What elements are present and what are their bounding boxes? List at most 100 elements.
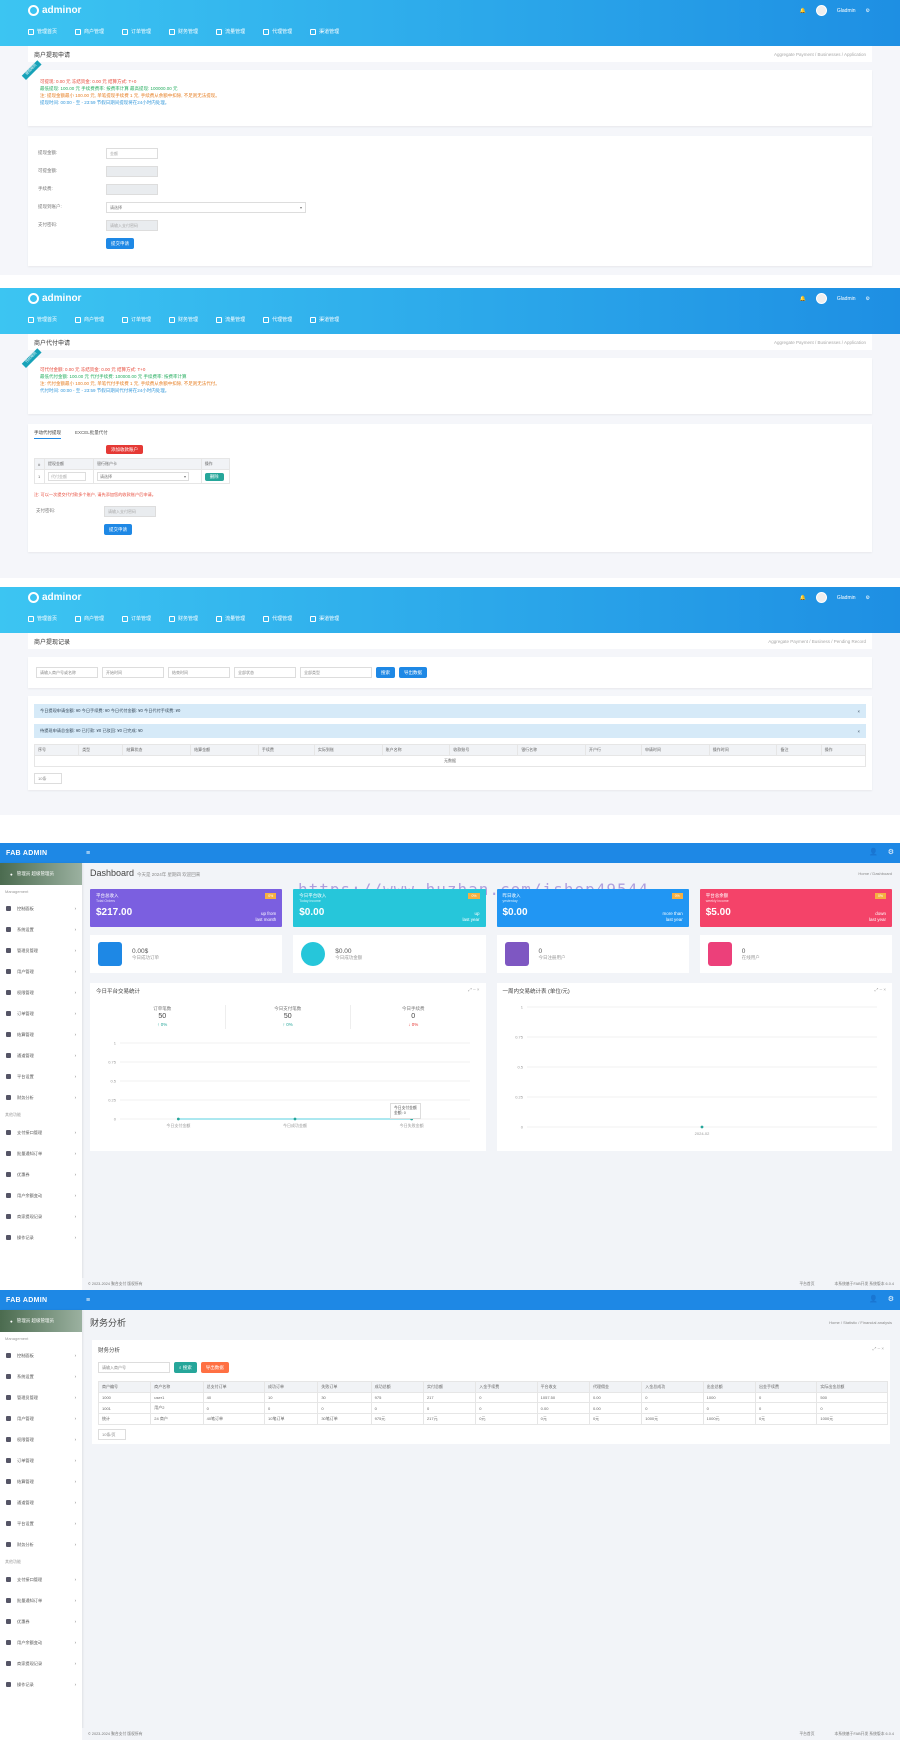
sidebar-item[interactable]: 平台设置 › xyxy=(0,1066,82,1087)
add-account-button[interactable]: 添加收款账户 xyxy=(106,445,143,454)
sidebar-item[interactable]: 商家提现记录 › xyxy=(0,1206,82,1227)
user-icon[interactable]: 👤 xyxy=(869,1295,878,1303)
sidebar-item[interactable]: 平台设置 › xyxy=(0,1513,82,1534)
menu-item[interactable]: 代理管理 xyxy=(263,28,292,35)
sidebar-item[interactable]: 结算管理 › xyxy=(0,1471,82,1492)
tab-manual[interactable]: 手动代付提现 xyxy=(34,430,61,439)
sidebar-item[interactable]: 结算管理 › xyxy=(0,1024,82,1045)
menu-item[interactable]: 订单管理 xyxy=(122,316,151,323)
menu-item[interactable]: 商户管理 xyxy=(75,28,104,35)
fab-logo[interactable]: FAB ADMIN xyxy=(0,1297,82,1304)
sidebar-item[interactable]: 操作记录 › xyxy=(0,1674,82,1695)
menu-item[interactable]: 财务管理 xyxy=(169,316,198,323)
sidebar-item[interactable]: 权限管理 › xyxy=(0,1429,82,1450)
sidebar-item[interactable]: 通道管理 › xyxy=(0,1492,82,1513)
sidebar-item[interactable]: 批量通知订单 › xyxy=(0,1143,82,1164)
sidebar-item[interactable]: 管理员管理 › xyxy=(0,940,82,961)
menu-toggle-icon[interactable]: ≡ xyxy=(86,1297,90,1304)
menu-item[interactable]: 代理管理 xyxy=(263,316,292,323)
start-date-input[interactable]: 开始时间 xyxy=(102,667,164,678)
menu-item[interactable]: 订单管理 xyxy=(122,28,151,35)
profile-banner[interactable]: ● 管理员 超级管理员 xyxy=(0,863,82,885)
page-size-select[interactable]: 10条 xyxy=(34,773,62,784)
gear-icon[interactable]: ⚙ xyxy=(866,595,870,601)
logo[interactable]: adminor xyxy=(28,5,81,16)
menu-item[interactable]: 管理首页 xyxy=(28,28,57,35)
logo[interactable]: adminor xyxy=(28,592,81,603)
sidebar-item[interactable]: 订单管理 › xyxy=(0,1450,82,1471)
user-name[interactable]: Gladmin xyxy=(837,296,856,302)
logo[interactable]: adminor xyxy=(28,293,81,304)
search-button[interactable]: ⌕ 搜索 xyxy=(174,1362,197,1373)
menu-item[interactable]: 渠道管理 xyxy=(310,316,339,323)
type-select[interactable]: 全部类型 xyxy=(300,667,372,678)
menu-item[interactable]: 管理首页 xyxy=(28,615,57,622)
sidebar-item[interactable]: 系统设置 › xyxy=(0,1366,82,1387)
sidebar-item[interactable]: 商家提现记录 › xyxy=(0,1653,82,1674)
sidebar-item[interactable]: 系统设置 › xyxy=(0,919,82,940)
sidebar-item[interactable]: 用户余额变动 › xyxy=(0,1632,82,1653)
sidebar-item[interactable]: 优惠券 › xyxy=(0,1611,82,1632)
gear-icon[interactable]: ⚙ xyxy=(866,8,870,14)
sidebar-item[interactable]: 用户余额变动 › xyxy=(0,1185,82,1206)
menu-item[interactable]: 财务管理 xyxy=(169,28,198,35)
avatar[interactable] xyxy=(815,5,827,16)
menu-item[interactable]: 商户管理 xyxy=(75,615,104,622)
user-icon[interactable]: 👤 xyxy=(869,848,878,856)
sidebar-item[interactable]: 批量通知订单 › xyxy=(0,1590,82,1611)
gear-icon[interactable]: ⚙ xyxy=(866,296,870,302)
bell-icon[interactable]: 🔔 xyxy=(800,8,806,14)
merchant-input[interactable]: 请输入商户号 xyxy=(98,1362,170,1373)
profile-banner[interactable]: ● 管理员 超级管理员 xyxy=(0,1310,82,1332)
menu-item[interactable]: 商户管理 xyxy=(75,316,104,323)
panel-tools-icon[interactable]: ⤢ – × xyxy=(468,987,479,993)
close-icon[interactable]: × xyxy=(858,729,860,734)
tab-excel[interactable]: EXCEL批量代付 xyxy=(75,430,108,439)
panel-tools-icon[interactable]: ⤢ – × xyxy=(875,987,886,993)
user-name[interactable]: Gladmin xyxy=(837,8,856,14)
footer-home-link[interactable]: 平台首页 xyxy=(799,1732,814,1737)
sidebar-item[interactable]: 财务分析 › xyxy=(0,1534,82,1555)
menu-item[interactable]: 管理首页 xyxy=(28,316,57,323)
payout-amount-input[interactable]: 代付金额 xyxy=(48,472,87,481)
close-icon[interactable]: × xyxy=(858,709,860,714)
bell-icon[interactable]: 🔔 xyxy=(800,595,806,601)
password-input[interactable]: 请输入支付密码 xyxy=(106,219,158,231)
gear-icon[interactable]: ⚙ xyxy=(888,848,894,856)
submit-button[interactable]: 提交申请 xyxy=(104,523,132,535)
menu-item[interactable]: 流量管理 xyxy=(216,615,245,622)
export-button[interactable]: 导出数据 xyxy=(399,667,427,678)
menu-item[interactable]: 流量管理 xyxy=(216,28,245,35)
menu-item[interactable]: 财务管理 xyxy=(169,615,198,622)
end-date-input[interactable]: 结束时间 xyxy=(168,667,230,678)
sidebar-item[interactable]: 用户管理 › xyxy=(0,1408,82,1429)
sidebar-item[interactable]: 支付接口管理 › xyxy=(0,1122,82,1143)
password-input[interactable]: 请输入支付密码 xyxy=(104,505,156,517)
account-select[interactable]: 请选择 ▾ xyxy=(106,201,306,213)
menu-item[interactable]: 渠道管理 xyxy=(310,28,339,35)
footer-home-link[interactable]: 平台首页 xyxy=(799,1282,814,1287)
sidebar-item[interactable]: 用户管理 › xyxy=(0,961,82,982)
sidebar-item[interactable]: 操作记录 › xyxy=(0,1227,82,1248)
fab-logo[interactable]: FAB ADMIN xyxy=(0,850,82,857)
search-button[interactable]: 搜索 xyxy=(376,667,395,678)
sidebar-item[interactable]: 控制面板 › xyxy=(0,1345,82,1366)
menu-item[interactable]: 订单管理 xyxy=(122,615,151,622)
sidebar-item[interactable]: 管理员管理 › xyxy=(0,1387,82,1408)
sidebar-item[interactable]: 优惠券 › xyxy=(0,1164,82,1185)
user-name[interactable]: Gladmin xyxy=(837,595,856,601)
keyword-input[interactable]: 请输入商户号或名称 xyxy=(36,667,98,678)
status-select[interactable]: 全部状态 xyxy=(234,667,296,678)
sidebar-item[interactable]: 权限管理 › xyxy=(0,982,82,1003)
page-size-select[interactable]: 10条/页 xyxy=(98,1429,126,1440)
sidebar-item[interactable]: 订单管理 › xyxy=(0,1003,82,1024)
delete-button[interactable]: 删除 xyxy=(204,472,224,481)
menu-toggle-icon[interactable]: ≡ xyxy=(86,850,90,857)
panel-tools-icon[interactable]: ⤢ – × xyxy=(873,1346,884,1354)
submit-button[interactable]: 提交申请 xyxy=(106,237,134,249)
sidebar-item[interactable]: 通道管理 › xyxy=(0,1045,82,1066)
bell-icon[interactable]: 🔔 xyxy=(800,296,806,302)
amount-input[interactable]: 金额 xyxy=(106,147,158,159)
avatar[interactable] xyxy=(815,592,827,603)
bank-select[interactable]: 请选择 ▾ xyxy=(96,472,189,481)
